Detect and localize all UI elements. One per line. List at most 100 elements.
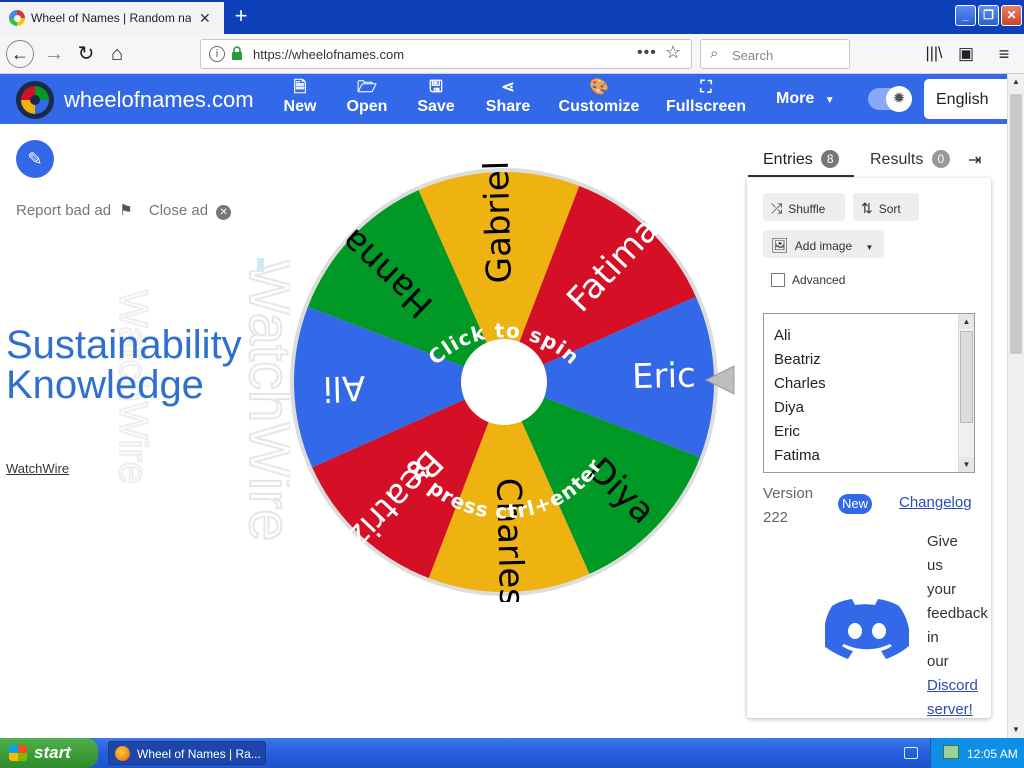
wheel-label-eric: Eric bbox=[632, 355, 697, 397]
entries-textarea[interactable]: Ali Beatriz Charles Diya Eric Fatima ▲ ▼ bbox=[763, 313, 975, 473]
feedback-word: feedback bbox=[927, 605, 988, 622]
changelog-link[interactable]: Changelog bbox=[899, 494, 972, 511]
checkbox-box[interactable] bbox=[771, 273, 785, 287]
wheel-pointer-icon bbox=[704, 365, 735, 395]
dark-mode-toggle[interactable]: ✹ bbox=[868, 86, 912, 112]
wheel-label-ali: Ali bbox=[322, 367, 365, 408]
search-input[interactable]: ⌕ Search bbox=[700, 39, 850, 69]
menu-hamburger-icon[interactable]: ≡ bbox=[990, 40, 1018, 68]
site-favicon-icon bbox=[9, 10, 25, 26]
entries-count-badge: 8 bbox=[821, 150, 840, 168]
sort-button[interactable]: ⇅ Sort bbox=[853, 193, 919, 221]
taskbar-window-label: Wheel of Names | Ra... bbox=[137, 747, 261, 761]
forward-arrow-icon[interactable]: → bbox=[40, 40, 68, 68]
ad-headline[interactable]: Sustainability Knowledge bbox=[6, 325, 242, 405]
entry-item: Fatima bbox=[774, 447, 820, 464]
app-header: wheelofnames.com 🗎 New 🗁 Open 🖫 Save ⋖ S… bbox=[0, 74, 1014, 124]
wheel-logo-icon[interactable] bbox=[16, 81, 54, 119]
start-label: start bbox=[34, 743, 71, 762]
results-count-badge: 0 bbox=[931, 150, 950, 168]
menu-save-label: Save bbox=[417, 98, 455, 115]
new-tab-button[interactable]: + bbox=[228, 5, 254, 29]
page-actions-icon[interactable]: ••• bbox=[637, 44, 657, 62]
discord-link[interactable]: Discord server! bbox=[927, 677, 978, 718]
feedback-word: your bbox=[927, 581, 957, 598]
image-icon: 🖼 bbox=[771, 237, 789, 253]
close-tab-icon[interactable]: ✕ bbox=[199, 10, 211, 27]
file-icon: 🗎 bbox=[293, 79, 307, 96]
browser-tab[interactable]: Wheel of Names | Random name p ✕ bbox=[0, 2, 224, 34]
minimize-window-button[interactable]: _ bbox=[955, 5, 976, 26]
scroll-up-arrow-icon[interactable]: ▲ bbox=[959, 314, 974, 329]
report-bad-ad-link[interactable]: Report bad ad ⚑ bbox=[16, 201, 133, 219]
feedback-word: in bbox=[927, 629, 939, 646]
taskbar-window-item[interactable]: Wheel of Names | Ra... bbox=[108, 741, 266, 765]
menu-share-button[interactable]: ⋖ Share bbox=[484, 78, 532, 116]
ad-choices-icon[interactable] bbox=[257, 258, 264, 272]
page-scroll-thumb[interactable] bbox=[1010, 94, 1022, 354]
settings-sun-icon: ✹ bbox=[886, 86, 912, 112]
menu-open-label: Open bbox=[346, 98, 388, 115]
new-badge: New bbox=[838, 494, 872, 514]
sort-label: Sort bbox=[878, 202, 901, 216]
search-placeholder: Search bbox=[732, 48, 774, 63]
menu-share-label: Share bbox=[485, 98, 531, 115]
tab-entries-label: Entries bbox=[763, 151, 813, 168]
menu-open-button[interactable]: 🗁 Open bbox=[344, 78, 390, 116]
wheel-label-gabriel: Gabriel bbox=[477, 162, 520, 284]
advanced-checkbox[interactable]: Advanced bbox=[771, 273, 845, 287]
menu-fullscreen-button[interactable]: ⛶ Fullscreen bbox=[666, 78, 746, 116]
menu-fullscreen-label: Fullscreen bbox=[666, 98, 747, 115]
scroll-up-arrow-icon[interactable]: ▲ bbox=[1008, 74, 1024, 90]
version-info: Version 222 bbox=[763, 482, 813, 530]
library-icon[interactable]: |||\ bbox=[920, 40, 948, 68]
close-window-button[interactable]: ✕ bbox=[1001, 5, 1022, 26]
menu-customize-button[interactable]: 🎨 Customize bbox=[558, 78, 640, 116]
scroll-thumb[interactable] bbox=[960, 331, 973, 423]
add-image-button[interactable]: 🖼 Add image ▼ bbox=[763, 230, 884, 258]
keyboard-icon[interactable] bbox=[904, 747, 918, 759]
entries-scrollbar[interactable]: ▲ ▼ bbox=[958, 314, 974, 472]
maximize-window-button[interactable]: ❐ bbox=[978, 5, 999, 26]
palette-icon: 🎨 bbox=[589, 79, 609, 96]
bookmark-star-icon[interactable]: ☆ bbox=[665, 42, 681, 63]
tab-title: Wheel of Names | Random name p bbox=[31, 11, 191, 25]
menu-save-button[interactable]: 🖫 Save bbox=[414, 78, 458, 116]
sort-icon: ⇅ bbox=[861, 200, 873, 216]
address-bar[interactable]: i https://wheelofnames.com ••• ☆ bbox=[200, 39, 692, 69]
language-select[interactable]: English bbox=[924, 79, 1014, 119]
network-icon[interactable] bbox=[943, 745, 959, 759]
edit-pencil-button[interactable]: ✎ bbox=[16, 140, 54, 178]
close-ad-label: Close ad bbox=[148, 202, 209, 219]
entry-item: Ali bbox=[774, 327, 791, 344]
ad-headline-line1: Sustainability bbox=[6, 323, 242, 367]
scroll-down-arrow-icon[interactable]: ▼ bbox=[1008, 722, 1024, 738]
tab-entries[interactable]: Entries 8 bbox=[748, 146, 854, 177]
scroll-down-arrow-icon[interactable]: ▼ bbox=[959, 457, 974, 472]
spin-wheel[interactable]: EricDiyaCharlesBeatrizAliHanna Gabriel Fat… bbox=[284, 162, 724, 602]
sidebar-toggle-icon[interactable]: ▣ bbox=[952, 40, 980, 68]
page-scrollbar[interactable]: ▲ ▼ bbox=[1007, 74, 1024, 738]
site-info-icon[interactable]: i bbox=[209, 46, 225, 62]
save-icon: 🖫 bbox=[429, 79, 443, 96]
tab-results[interactable]: Results 0 bbox=[870, 150, 950, 169]
close-ad-link[interactable]: Close ad ✕ bbox=[148, 202, 232, 220]
entry-item: Beatriz bbox=[774, 351, 821, 368]
more-menu-button[interactable]: More ▼ bbox=[776, 90, 835, 108]
reload-icon[interactable]: ↻ bbox=[72, 40, 100, 68]
ad-advertiser-link[interactable]: WatchWire bbox=[6, 461, 69, 476]
collapse-panel-icon[interactable]: ⇥ bbox=[968, 150, 981, 170]
menu-new-button[interactable]: 🗎 New bbox=[280, 78, 320, 116]
discord-icon[interactable] bbox=[825, 596, 909, 662]
advanced-label: Advanced bbox=[792, 273, 846, 287]
flag-icon: ⚑ bbox=[119, 202, 133, 219]
pencil-icon: ✎ bbox=[27, 149, 43, 169]
shuffle-button[interactable]: ⤮ Shuffle bbox=[763, 193, 845, 221]
version-number: 222 bbox=[763, 509, 789, 526]
start-button[interactable]: start bbox=[0, 738, 98, 768]
brand-name[interactable]: wheelofnames.com bbox=[64, 87, 254, 113]
caret-down-icon: ▼ bbox=[865, 243, 874, 252]
home-icon[interactable]: ⌂ bbox=[103, 40, 131, 68]
back-arrow-icon[interactable]: ← bbox=[6, 40, 34, 68]
windows-logo-icon bbox=[9, 745, 27, 761]
